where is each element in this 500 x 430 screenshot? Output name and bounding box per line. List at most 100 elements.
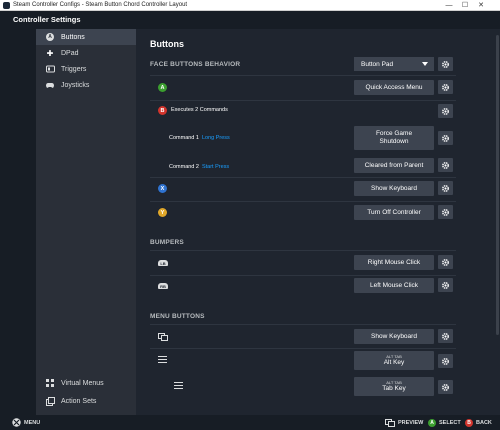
select-hint[interactable]: A SELECT (428, 418, 461, 427)
sidebar-item-joysticks[interactable]: Joysticks (36, 77, 136, 93)
a-button-icon: A (45, 32, 55, 42)
menu-action-button[interactable]: ALT TAB Alt Key (354, 351, 434, 370)
y-button-icon: Y (158, 208, 167, 217)
back-hint[interactable]: B BACK (465, 418, 492, 427)
command-2-label: Command 2 Start Press (169, 164, 230, 170)
y-settings-button[interactable] (438, 205, 453, 219)
sidebar-item-triggers[interactable]: Triggers (36, 61, 136, 77)
command-1-settings-button[interactable] (438, 131, 453, 145)
b-description: Executes 2 Commands (171, 107, 228, 113)
rb-settings-button[interactable] (438, 278, 453, 292)
select-hint-label: SELECT (439, 419, 461, 426)
a-settings-button[interactable] (438, 80, 453, 94)
sidebar-item-label: Joysticks (61, 81, 90, 89)
preview-hint-label: PREVIEW (398, 419, 424, 426)
a-button-icon: A (428, 418, 436, 427)
gear-icon (442, 161, 449, 169)
lb-action-button[interactable]: Right Mouse Click (354, 255, 434, 270)
command-1-label: Command 1 Long Press (169, 135, 230, 141)
x-action-button[interactable]: Show Keyboard (354, 181, 434, 196)
steam-app-icon (3, 2, 10, 9)
rb-action-button[interactable]: Left Mouse Click (354, 278, 434, 293)
menu-sub-action-button[interactable]: ALT TAB Tab Key (354, 377, 434, 396)
x-settings-button[interactable] (438, 181, 453, 195)
b-button-icon: B (465, 418, 473, 427)
lb-settings-button[interactable] (438, 255, 453, 269)
divider (150, 348, 456, 349)
divider (150, 275, 456, 276)
command-1-activator: Long Press (201, 135, 230, 141)
sidebar-item-buttons[interactable]: A Buttons (36, 29, 136, 45)
sidebar-item-action-sets[interactable]: Action Sets (36, 393, 136, 409)
face-buttons-behavior-dropdown[interactable]: Button Pad (354, 57, 434, 71)
gear-icon (442, 281, 449, 289)
header-title: Controller Settings (13, 15, 81, 24)
scrollbar-thumb[interactable] (496, 35, 499, 335)
sidebar-item-virtual-menus[interactable]: Virtual Menus (36, 375, 136, 391)
menu-sub-icon (174, 382, 183, 389)
button-label: Alt Key (383, 359, 405, 366)
preview-icon (385, 418, 395, 427)
window-title: Steam Controller Configs - Steam Button … (13, 2, 188, 8)
chevron-down-icon (422, 62, 428, 66)
action-sets-icon (45, 396, 55, 406)
menu-buttons-section-title: MENU BUTTONS (150, 313, 205, 320)
menu-hint[interactable]: MENU (12, 418, 40, 427)
menu-settings-button[interactable] (438, 354, 453, 368)
sidebar-item-label: Triggers (61, 65, 87, 73)
minimize-button[interactable]: — (442, 0, 456, 11)
y-action-button[interactable]: Turn Off Controller (354, 205, 434, 220)
face-buttons-settings-button[interactable] (438, 57, 453, 71)
gear-icon (442, 83, 449, 91)
page-title: Buttons (150, 39, 184, 49)
left-gutter (0, 29, 36, 415)
gear-icon (442, 60, 449, 68)
view-button-icon (158, 333, 168, 341)
gear-icon (442, 357, 449, 365)
divider (150, 324, 456, 325)
button-line-1: Force Game (375, 130, 413, 137)
close-window-button[interactable]: ✕ (474, 0, 488, 11)
gear-icon (442, 107, 449, 115)
sidebar-item-label: Virtual Menus (61, 379, 104, 387)
sidebar: A Buttons ✚ DPad Triggers Joysticks Virt… (36, 29, 136, 415)
sidebar-item-label: DPad (61, 49, 79, 57)
joystick-icon (45, 80, 55, 90)
triggers-icon (45, 64, 55, 74)
b-settings-button[interactable] (438, 104, 453, 118)
sidebar-item-dpad[interactable]: ✚ DPad (36, 45, 136, 61)
gear-icon (442, 332, 449, 340)
sidebar-item-label: Buttons (61, 33, 85, 41)
gear-icon (442, 258, 449, 266)
dropdown-value: Button Pad (361, 60, 394, 68)
command-1-action-button[interactable]: Force Game Shutdown (354, 126, 434, 150)
maximize-button[interactable]: ☐ (458, 0, 472, 11)
button-line-2: Shutdown (379, 138, 409, 145)
footer-bar: MENU PREVIEW A SELECT B BACK (0, 415, 500, 430)
scrollbar[interactable] (494, 29, 500, 415)
gear-icon (442, 208, 449, 216)
gear-icon (442, 184, 449, 192)
gear-icon (442, 134, 449, 142)
rb-bumper-icon: RB (158, 283, 168, 289)
divider (150, 201, 456, 202)
command-2-activator: Start Press (201, 164, 230, 170)
back-hint-label: BACK (476, 419, 492, 426)
a-action-button[interactable]: Quick Access Menu (354, 80, 434, 95)
main-panel: Buttons FACE BUTTONS BEHAVIOR Button Pad… (136, 29, 500, 415)
divider (150, 177, 456, 178)
bumpers-section-title: BUMPERS (150, 239, 184, 246)
virtual-menus-icon (45, 378, 55, 388)
view-action-button[interactable]: Show Keyboard (354, 329, 434, 344)
preview-hint[interactable]: PREVIEW (385, 418, 423, 427)
dpad-icon: ✚ (46, 48, 54, 58)
command-2-settings-button[interactable] (438, 158, 453, 172)
xbox-logo-icon (12, 418, 21, 427)
divider (150, 250, 456, 251)
view-settings-button[interactable] (438, 329, 453, 343)
command-2-action-button[interactable]: Cleared from Parent (354, 158, 434, 173)
x-button-icon: X (158, 184, 167, 193)
menu-sub-settings-button[interactable] (438, 380, 453, 394)
menu-button-icon (158, 356, 167, 363)
divider (150, 75, 456, 76)
